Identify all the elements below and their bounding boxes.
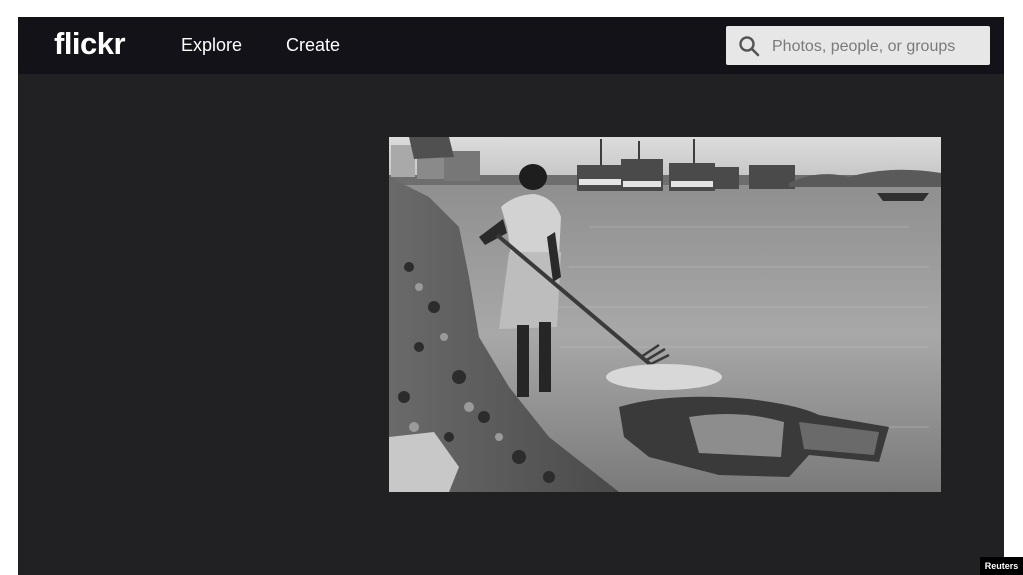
photo-credit-badge: Reuters [980, 557, 1023, 575]
search-icon[interactable] [737, 34, 761, 58]
flickr-logo[interactable]: flickr [54, 26, 126, 62]
top-navigation-bar: flickr Explore Create [18, 17, 1004, 74]
search-box[interactable] [726, 26, 990, 67]
main-photo[interactable] [389, 137, 941, 492]
flickr-window: flickr Explore Create [18, 17, 1004, 575]
search-input[interactable] [770, 26, 986, 67]
nav-create-link[interactable]: Create [286, 35, 340, 56]
photo-image [389, 137, 941, 492]
nav-explore-link[interactable]: Explore [181, 35, 242, 56]
